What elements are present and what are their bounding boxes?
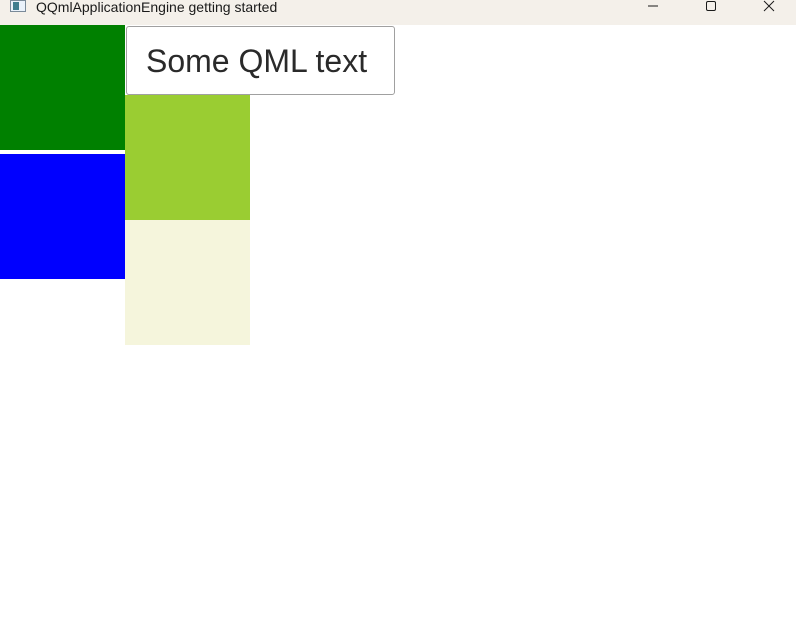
green-rectangle bbox=[0, 25, 125, 150]
close-button[interactable] bbox=[746, 0, 792, 18]
maximize-button[interactable] bbox=[688, 0, 734, 18]
close-icon bbox=[763, 0, 775, 12]
window-content: Some QML text bbox=[0, 25, 796, 617]
window-title: QQmlApplicationEngine getting started bbox=[36, 0, 278, 15]
title-bar[interactable]: QQmlApplicationEngine getting started bbox=[0, 0, 796, 25]
blue-rectangle bbox=[0, 154, 125, 279]
app-window: QQmlApplicationEngine getting started So… bbox=[0, 0, 796, 617]
beige-rectangle bbox=[125, 220, 250, 345]
yellowgreen-rectangle bbox=[125, 95, 250, 220]
qml-text-box: Some QML text bbox=[126, 26, 395, 95]
minimize-icon bbox=[648, 5, 658, 7]
app-window-icon bbox=[10, 0, 26, 12]
qml-text-label: Some QML text bbox=[146, 43, 368, 79]
maximize-icon bbox=[706, 1, 716, 11]
minimize-button[interactable] bbox=[630, 0, 676, 18]
